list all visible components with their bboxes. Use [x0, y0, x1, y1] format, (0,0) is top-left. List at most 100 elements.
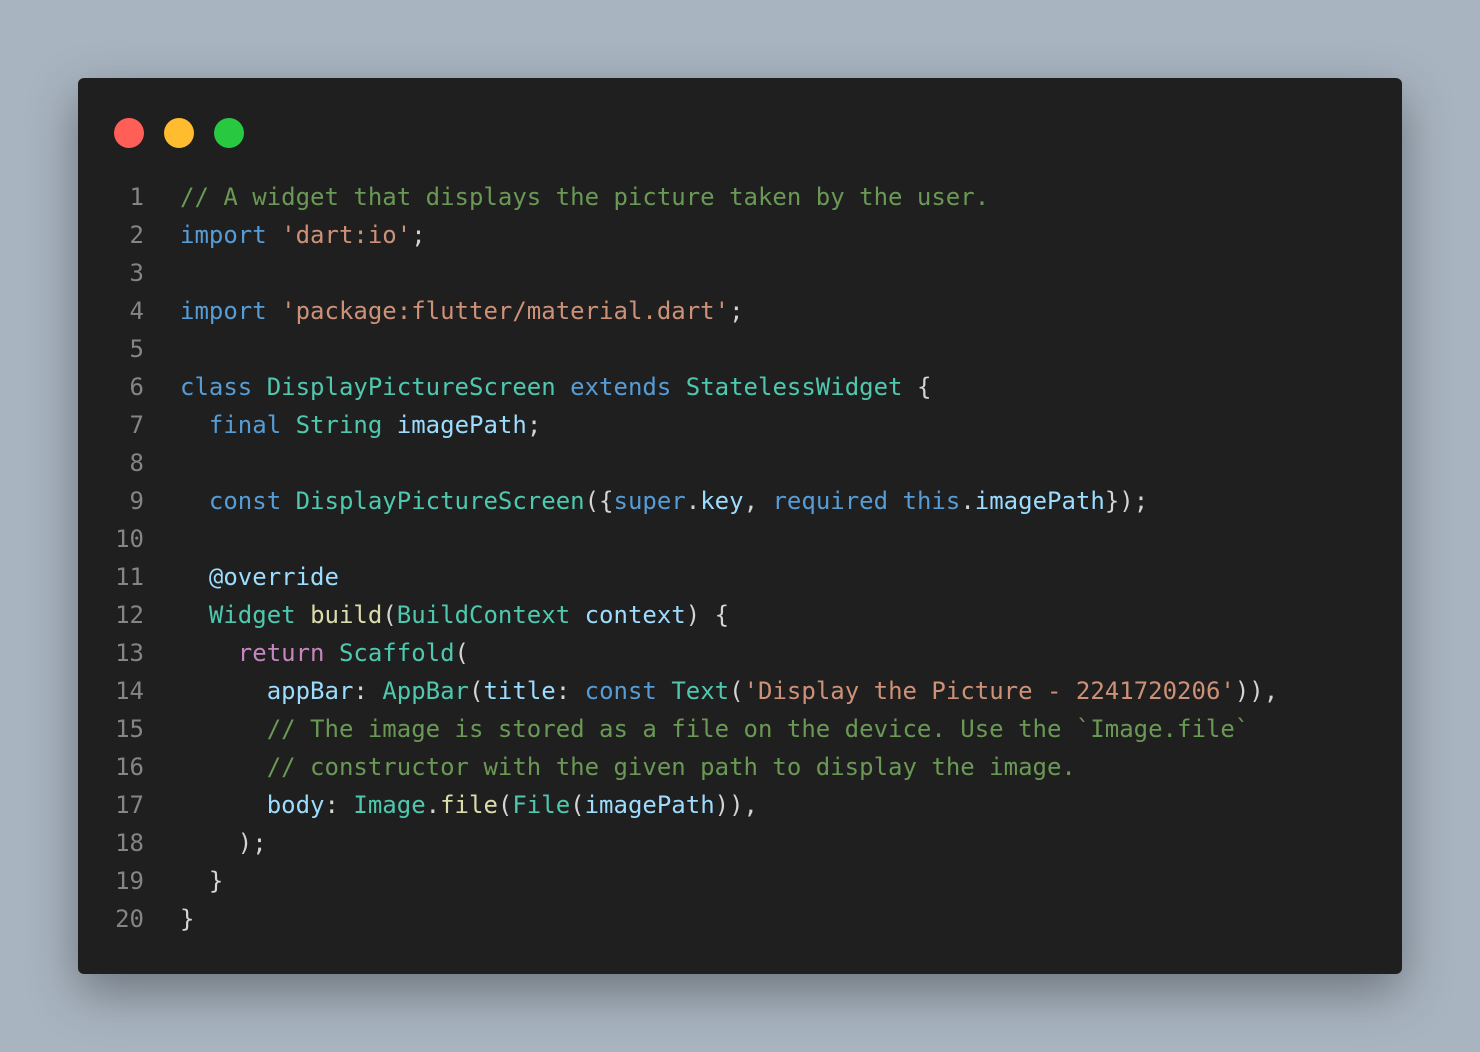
line-number: 2 [129, 221, 144, 249]
code-line: 6 class DisplayPictureScreen extends Stat… [78, 368, 1402, 406]
code-token: String [295, 411, 383, 439]
line-number: 20 [115, 905, 144, 933]
code-token: title [483, 677, 556, 705]
line-source: return Scaffold( [144, 634, 469, 672]
minimize-dot-icon[interactable] [164, 118, 194, 148]
line-source: ); [144, 824, 267, 862]
code-token: : [555, 677, 585, 705]
code-token: ; [729, 297, 744, 325]
code-token: 'package:flutter/material.dart' [281, 297, 730, 325]
code-token: } [180, 905, 195, 933]
code-line: 2 import 'dart:io'; [78, 216, 1402, 254]
code-token: { [916, 373, 932, 401]
code-token: ( [454, 639, 469, 667]
line-number: 3 [129, 259, 144, 287]
line-number: 4 [129, 297, 144, 325]
code-token: BuildContext [396, 601, 571, 629]
line-source: import 'dart:io'; [144, 216, 426, 254]
code-line: 7 final String imagePath; [78, 406, 1402, 444]
code-line: 13 return Scaffold( [78, 634, 1402, 672]
line-number: 6 [129, 373, 144, 401]
line-source: appBar: AppBar(title: const Text('Displa… [144, 672, 1279, 710]
line-source: final String imagePath; [144, 406, 541, 444]
code-token: final [208, 411, 282, 439]
code-token: imagePath [974, 487, 1105, 515]
code-token: this [902, 487, 961, 515]
line-number: 19 [115, 867, 144, 895]
code-token: file [440, 791, 498, 819]
code-window: 1 // A widget that displays the picture t… [78, 78, 1402, 974]
code-token: Scaffold [338, 639, 455, 667]
line-number: 15 [115, 715, 144, 743]
code-token: const [208, 487, 282, 515]
code-line: 15 // The image is stored as a file on t… [78, 710, 1402, 748]
code-token: const [584, 677, 657, 705]
zoom-dot-icon[interactable] [214, 118, 244, 148]
code-token: required [772, 487, 889, 515]
line-source: } [144, 862, 223, 900]
line-source: // A widget that displays the picture ta… [144, 178, 989, 216]
line-source: const DisplayPictureScreen({super.key, r… [144, 482, 1148, 520]
code-line: 12 Widget build(BuildContext context) { [78, 596, 1402, 634]
code-token: imagePath [396, 411, 527, 439]
code-token: File [512, 791, 571, 819]
code-token: ; [411, 221, 426, 249]
line-source [144, 254, 180, 292]
code-line: 11 @override [78, 558, 1402, 596]
code-token: Image [353, 791, 426, 819]
line-number: 9 [129, 487, 144, 515]
line-number: 16 [115, 753, 144, 781]
line-number: 18 [115, 829, 144, 857]
code-token: body [266, 791, 325, 819]
code-token: super [613, 487, 686, 515]
line-source [144, 330, 180, 368]
line-source: @override [144, 558, 339, 596]
code-token: . [960, 487, 975, 515]
line-number: 13 [115, 639, 144, 667]
line-source: // The image is stored as a file on the … [144, 710, 1250, 748]
code-token: import [180, 297, 267, 325]
code-block: 1 // A widget that displays the picture t… [78, 178, 1402, 938]
code-line: 18 ); [78, 824, 1402, 862]
code-token: extends [570, 373, 672, 401]
line-source [144, 444, 180, 482]
line-number: 8 [129, 449, 144, 477]
line-number: 1 [129, 183, 144, 211]
code-token: } [208, 867, 224, 895]
code-token: Widget [208, 601, 296, 629]
line-source: } [144, 900, 194, 938]
code-token: import [180, 221, 267, 249]
line-number: 11 [115, 563, 144, 591]
code-line: 14 appBar: AppBar(title: const Text('Dis… [78, 672, 1402, 710]
code-line: 19 } [78, 862, 1402, 900]
code-token: 'dart:io' [281, 221, 412, 249]
code-token: context [584, 601, 686, 629]
code-token: ); [237, 829, 267, 857]
line-source: import 'package:flutter/material.dart'; [144, 292, 744, 330]
line-source: class DisplayPictureScreen extends State… [144, 368, 931, 406]
line-number: 14 [115, 677, 144, 705]
code-token: DisplayPictureScreen [295, 487, 585, 515]
code-line: 8 [78, 444, 1402, 482]
line-number: 12 [115, 601, 144, 629]
close-dot-icon[interactable] [114, 118, 144, 148]
code-line: 17 body: Image.file(File(imagePath)), [78, 786, 1402, 824]
line-number: 7 [129, 411, 144, 439]
code-token: build [310, 601, 383, 629]
